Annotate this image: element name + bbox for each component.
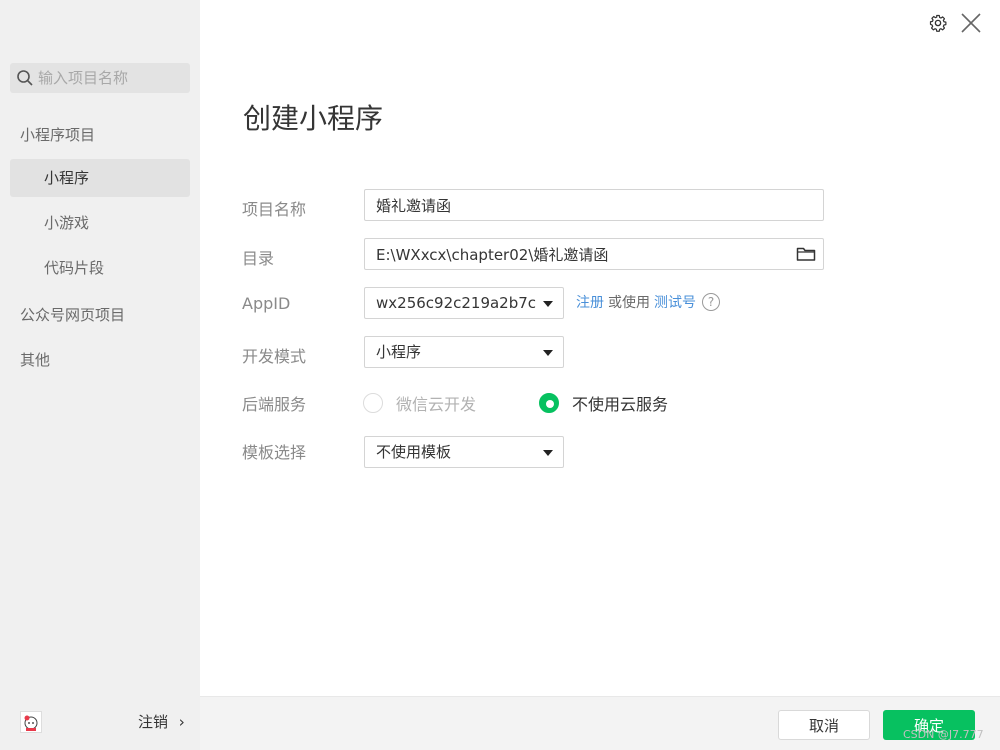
directory-value: E:\WXxcx\chapter02\婚礼邀请函 [376,245,609,264]
close-icon [961,13,981,33]
appid-select[interactable]: wx256c92c219a2b7c7 [364,287,564,319]
nav-group-miniprogram[interactable]: 小程序项目 [20,124,95,145]
avatar-cat-icon [24,715,38,731]
dev-mode-label: 开发模式 [242,347,307,366]
template-label: 模板选择 [242,443,307,462]
template-select[interactable]: 不使用模板 [364,436,564,468]
footer-bar [200,696,1000,750]
project-name-input[interactable] [364,189,824,221]
dev-mode-value: 小程序 [376,343,422,361]
cancel-button[interactable]: 取消 [778,710,870,740]
nav-item-miniprogram[interactable]: 小程序 [10,159,190,197]
radio-circle-checked [539,393,559,413]
or-use-text: 或使用 [608,295,650,311]
folder-icon [796,247,816,261]
register-link[interactable]: 注册 [576,292,604,312]
nav-item-code-snippet[interactable]: 代码片段 [10,249,190,287]
template-value: 不使用模板 [376,443,452,461]
appid-value: wx256c92c219a2b7c7 [376,294,536,312]
dev-mode-select[interactable]: 小程序 [364,336,564,368]
settings-button[interactable] [929,14,947,36]
close-button[interactable] [960,12,982,38]
appid-label: AppID [242,294,291,313]
watermark: CSDN @J7.777 [903,728,984,741]
radio-circle [363,393,383,413]
directory-field[interactable]: E:\WXxcx\chapter02\婚礼邀请函 [364,238,824,270]
radio-no-cloud-label: 不使用云服务 [572,395,669,414]
search-input[interactable] [38,69,178,87]
test-account-link[interactable]: 测试号 [654,292,696,312]
appid-links: 注册 或使用 测试号 ? [576,292,720,312]
gear-icon [929,14,947,32]
project-name-label: 项目名称 [242,200,307,219]
sidebar: 小程序项目 小程序 小游戏 代码片段 公众号网页项目 其他 注销 › [0,0,200,750]
page-title: 创建小程序 [243,102,384,135]
backend-label: 后端服务 [242,395,307,414]
radio-no-cloud[interactable]: 不使用云服务 [539,391,668,415]
nav-item-minigame[interactable]: 小游戏 [10,204,190,242]
nav-group-webpage[interactable]: 公众号网页项目 [20,304,125,325]
caret-down-icon [543,350,553,356]
caret-down-icon [543,450,553,456]
radio-cloud-dev[interactable]: 微信云开发 [363,391,476,415]
folder-button[interactable] [796,246,816,266]
radio-cloud-dev-label: 微信云开发 [396,395,477,414]
nav-group-other[interactable]: 其他 [20,349,50,370]
search-box[interactable] [10,63,190,93]
logout-button[interactable]: 注销 › [138,711,185,732]
caret-down-icon [543,301,553,307]
avatar[interactable] [20,711,42,733]
search-icon [17,70,33,86]
help-icon[interactable]: ? [702,293,720,311]
logout-label: 注销 [138,713,169,731]
chevron-right-icon: › [178,713,185,731]
directory-label: 目录 [242,249,275,268]
